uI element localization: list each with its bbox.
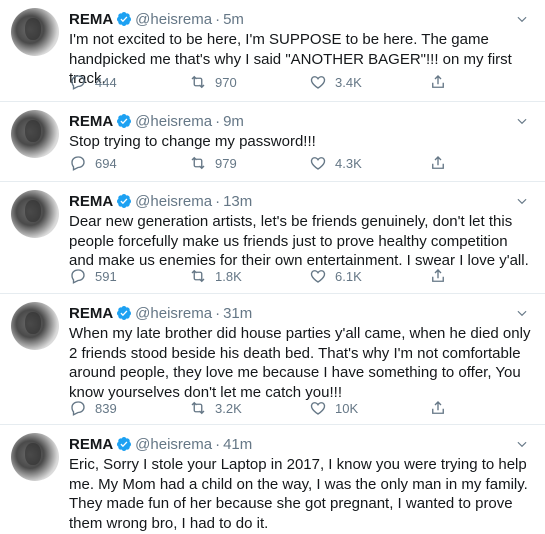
like-count: 10K	[335, 400, 359, 416]
heart-icon	[310, 402, 326, 415]
tweet[interactable]: REMA @heisrema · 31m When my late brother d…	[0, 294, 545, 425]
chevron-down-icon[interactable]	[515, 12, 529, 26]
separator: ·	[215, 11, 221, 28]
author-name[interactable]: REMA	[69, 193, 113, 210]
verified-badge-icon	[117, 12, 132, 26]
like-button[interactable]: 6.1K	[309, 266, 362, 286]
author-handle[interactable]: @heisrema	[135, 193, 212, 210]
author-handle[interactable]: @heisrema	[135, 305, 212, 322]
separator: ·	[215, 436, 221, 453]
author-handle[interactable]: @heisrema	[135, 436, 212, 453]
retweet-button[interactable]: 1.8K	[189, 266, 242, 286]
heart-icon	[310, 270, 326, 283]
reply-count: 591	[95, 268, 117, 284]
tweet-text: Dear new generation artists, let's be fr…	[69, 213, 529, 269]
reply-icon	[71, 401, 85, 416]
separator: ·	[215, 113, 221, 130]
share-button[interactable]	[429, 153, 447, 173]
chevron-down-icon[interactable]	[515, 306, 529, 320]
tweet-header: REMA @heisrema · 5m	[69, 11, 244, 29]
heart-icon	[310, 157, 326, 170]
reply-button[interactable]: 839	[69, 398, 117, 418]
timestamp[interactable]: 5m	[223, 11, 244, 28]
reply-count: 694	[95, 155, 117, 171]
share-icon	[432, 156, 444, 169]
tweet-header: REMA @heisrema · 41m	[69, 436, 252, 454]
avatar[interactable]	[11, 302, 59, 350]
reply-icon	[71, 156, 85, 171]
retweet-count: 970	[215, 74, 237, 90]
author-name[interactable]: REMA	[69, 11, 113, 28]
retweet-count: 1.8K	[215, 268, 242, 284]
tweet-text: I'm not excited to be here, I'm SUPPOSE …	[69, 31, 512, 87]
chevron-down-icon[interactable]	[515, 437, 529, 451]
like-count: 6.1K	[335, 268, 362, 284]
like-count: 4.3K	[335, 155, 362, 171]
author-handle[interactable]: @heisrema	[135, 113, 212, 130]
author-name[interactable]: REMA	[69, 305, 113, 322]
timestamp[interactable]: 41m	[223, 436, 252, 453]
verified-badge-icon	[117, 194, 132, 208]
verified-badge-icon	[117, 437, 132, 451]
retweet-count: 3.2K	[215, 400, 242, 416]
share-icon	[432, 401, 444, 414]
timestamp[interactable]: 9m	[223, 113, 244, 130]
tweet[interactable]: REMA @heisrema · 41m Eric, Sorry I stole yo…	[0, 425, 545, 534]
author-name[interactable]: REMA	[69, 436, 113, 453]
chevron-down-icon[interactable]	[515, 194, 529, 208]
tweet-header: REMA @heisrema · 31m	[69, 305, 252, 323]
verified-badge-icon	[117, 114, 132, 128]
retweet-icon	[191, 156, 205, 170]
timestamp[interactable]: 13m	[223, 193, 252, 210]
retweet-button[interactable]: 979	[189, 153, 237, 173]
retweet-icon	[191, 401, 205, 415]
reply-count: 444	[95, 74, 117, 90]
share-button[interactable]	[429, 398, 447, 418]
like-button[interactable]: 10K	[309, 398, 358, 418]
avatar[interactable]	[11, 190, 59, 238]
like-button[interactable]: 4.3K	[309, 153, 362, 173]
tweet-text: Eric, Sorry I stole your Laptop in 2017,…	[69, 456, 528, 532]
tweet-header: REMA @heisrema · 13m	[69, 193, 252, 211]
tweet[interactable]: REMA @heisrema · 5m I'm not excited to be h…	[0, 0, 545, 102]
tweet-text: When my late brother did house parties y…	[69, 325, 531, 401]
author-name[interactable]: REMA	[69, 113, 113, 130]
avatar[interactable]	[11, 433, 59, 481]
retweet-button[interactable]: 970	[189, 72, 237, 92]
share-icon	[432, 269, 444, 282]
avatar[interactable]	[11, 8, 59, 56]
retweet-button[interactable]: 3.2K	[189, 398, 242, 418]
reply-button[interactable]: 694	[69, 153, 117, 173]
share-button[interactable]	[429, 72, 447, 92]
retweet-icon	[191, 75, 205, 89]
avatar[interactable]	[11, 110, 59, 158]
reply-count: 839	[95, 400, 117, 416]
reply-button[interactable]: 591	[69, 266, 117, 286]
reply-icon	[71, 75, 85, 90]
retweet-count: 979	[215, 155, 237, 171]
tweet-header: REMA @heisrema · 9m	[69, 113, 244, 131]
tweet[interactable]: REMA @heisrema · 9m Stop trying to change m…	[0, 102, 545, 182]
heart-icon	[310, 76, 326, 89]
retweet-icon	[191, 269, 205, 283]
separator: ·	[215, 193, 221, 210]
separator: ·	[215, 305, 221, 322]
like-count: 3.4K	[335, 74, 362, 90]
tweet-feed: REMA @heisrema · 5m I'm not excited to be h…	[0, 0, 545, 534]
tweet[interactable]: REMA @heisrema · 13m Dear new generation ar…	[0, 182, 545, 294]
chevron-down-icon[interactable]	[515, 114, 529, 128]
share-icon	[432, 75, 444, 88]
like-button[interactable]: 3.4K	[309, 72, 362, 92]
reply-button[interactable]: 444	[69, 72, 117, 92]
verified-badge-icon	[117, 306, 132, 320]
tweet-text: Stop trying to change my password!!!	[69, 133, 316, 150]
reply-icon	[71, 269, 85, 284]
author-handle[interactable]: @heisrema	[135, 11, 212, 28]
timestamp[interactable]: 31m	[223, 305, 252, 322]
share-button[interactable]	[429, 266, 447, 286]
